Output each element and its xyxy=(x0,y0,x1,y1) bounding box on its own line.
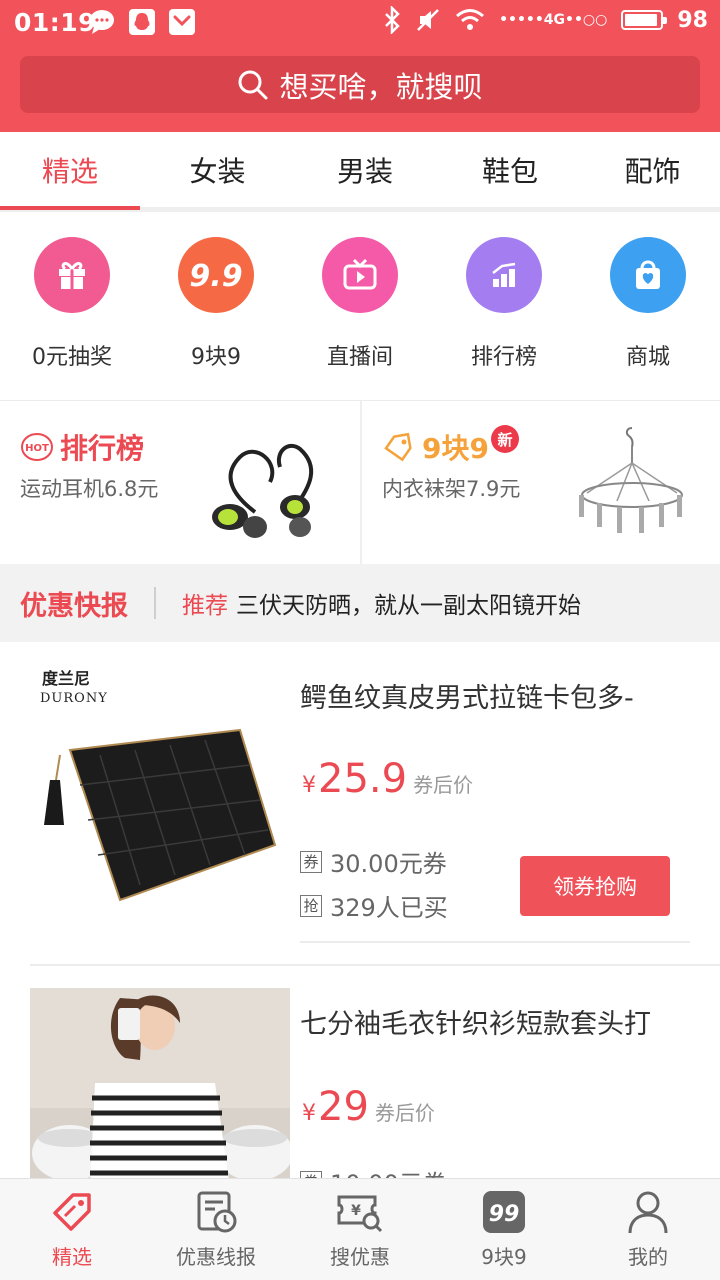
price-note: 券后价 xyxy=(413,773,474,797)
quick-ranking-label: 排行榜 xyxy=(470,345,537,370)
tab-women[interactable]: 女装 xyxy=(140,132,295,207)
hot-icon: HOT xyxy=(21,433,53,461)
status-bar: 01:19 •••••4G••○○ 98 xyxy=(0,0,720,44)
search-icon xyxy=(238,70,268,99)
quick-mall-label: 商城 xyxy=(625,345,670,370)
quick-entry-grid: 0元抽奖 9.9 9块9 直播间 排行榜 商城 xyxy=(0,217,720,400)
mute-icon xyxy=(417,9,439,31)
tab-accessories[interactable]: 配饰 xyxy=(585,132,720,207)
product-price: ¥ 25.9 券后价 xyxy=(302,756,474,802)
price-note: 券后价 xyxy=(374,1101,435,1125)
coupon-info: 券 10.00元券 xyxy=(300,1164,447,1178)
sock-hanger-image xyxy=(579,427,683,533)
quick-live-label: 直播间 xyxy=(326,345,393,370)
coupon-value: 30.00元券 xyxy=(330,850,447,878)
product-title[interactable]: 鳄鱼纹真皮男式拉链卡包多- xyxy=(300,676,672,715)
qq-icon xyxy=(128,8,156,36)
product-card[interactable]: 度兰尼 DURONY 鳄鱼纹真皮男式拉链卡包多- ¥ 25.9 券后价 券 30… xyxy=(0,642,720,964)
bottom-nav: 精选 优惠线报 ¥ 搜优惠 99 9块9 我的 xyxy=(0,1178,720,1280)
quick-mall[interactable]: 商城 xyxy=(576,217,720,400)
product-card[interactable]: 七分袖毛衣针织衫短款套头打 ¥ 29 券后价 券 10.00元券 xyxy=(0,966,720,1178)
product-price: ¥ 29 券后价 xyxy=(302,1084,435,1130)
shopping-bag-heart-icon xyxy=(610,237,686,313)
coupon-search-icon: ¥ xyxy=(335,1187,385,1237)
nine-nine-icon: 9.9 xyxy=(178,237,254,313)
promo-nine-nine-subtitle: 内衣袜架7.9元 xyxy=(382,477,521,501)
svg-text:DURONY: DURONY xyxy=(40,691,108,706)
nav-featured-label: 精选 xyxy=(52,1245,92,1269)
price-value: 25.9 xyxy=(318,756,408,802)
product-image-sweater xyxy=(30,988,293,1178)
coupon-value: 10.00元券 xyxy=(330,1164,447,1178)
news-title: 优惠快报 xyxy=(20,590,128,622)
product-title[interactable]: 七分袖毛衣针织衫短款套头打 xyxy=(300,1002,672,1041)
svg-text:99: 99 xyxy=(489,1202,520,1227)
tv-icon xyxy=(322,237,398,313)
nav-featured[interactable]: 精选 xyxy=(0,1179,144,1280)
news-text: 三伏天防晒，就从一副太阳镜开始 xyxy=(236,593,581,619)
tag-icon xyxy=(47,1187,97,1237)
message-icon xyxy=(88,8,116,36)
tab-featured[interactable]: 精选 xyxy=(0,132,140,210)
quick-live[interactable]: 直播间 xyxy=(288,217,432,400)
nav-profile[interactable]: 我的 xyxy=(576,1179,720,1280)
nav-deals-news[interactable]: 优惠线报 xyxy=(144,1179,288,1280)
pocket-icon xyxy=(168,8,196,36)
nav-nine-nine-label: 9块9 xyxy=(481,1245,527,1269)
quick-lottery[interactable]: 0元抽奖 xyxy=(0,217,144,400)
promo-ranking-subtitle: 运动耳机6.8元 xyxy=(20,477,159,501)
gift-icon xyxy=(34,237,110,313)
bluetooth-icon xyxy=(385,6,400,34)
promo-nine-nine-card[interactable]: 9块9 新 内衣袜架7.9元 xyxy=(360,401,720,565)
search-bar[interactable]: 想买啥，就搜呗 xyxy=(20,56,700,113)
battery-icon xyxy=(621,10,668,30)
rank-chart-icon xyxy=(466,237,542,313)
search-placeholder: 想买啥，就搜呗 xyxy=(279,69,483,104)
header: 01:19 •••••4G••○○ 98 想买啥，就搜呗 xyxy=(0,0,720,132)
quick-nine-nine[interactable]: 9.9 9块9 xyxy=(144,217,288,400)
coupon-tag-badge: 券 xyxy=(300,850,322,873)
nine-nine-square-icon: 99 xyxy=(479,1187,529,1237)
claim-coupon-button[interactable]: 领券抢购 xyxy=(520,856,670,916)
svg-text:HOT: HOT xyxy=(25,443,49,454)
quick-ranking[interactable]: 排行榜 xyxy=(432,217,576,400)
promo-cards: HOT 排行榜 运动耳机6.8元 9块9 新 内衣袜架7.9元 xyxy=(0,400,720,565)
tab-shoes-bags[interactable]: 鞋包 xyxy=(435,132,585,207)
status-time: 01:19 xyxy=(14,8,97,37)
news-tag: 推荐 xyxy=(182,593,228,619)
coupon-tag-icon xyxy=(384,432,412,462)
signal-indicator: •••••4G••○○ xyxy=(499,12,608,28)
svg-text:度兰尼: 度兰尼 xyxy=(42,669,90,688)
product-inner-divider xyxy=(300,941,690,943)
promo-ranking-card[interactable]: HOT 排行榜 运动耳机6.8元 xyxy=(0,401,360,565)
nav-deals-news-label: 优惠线报 xyxy=(176,1245,256,1269)
category-tabs: 精选 女装 男装 鞋包 配饰 xyxy=(0,132,720,212)
nav-profile-label: 我的 xyxy=(628,1245,668,1269)
sold-info: 抢 329人已买 xyxy=(300,888,448,923)
tab-men[interactable]: 男装 xyxy=(295,132,435,207)
quick-lottery-label: 0元抽奖 xyxy=(32,345,112,370)
svg-text:9.9: 9.9 xyxy=(189,259,242,294)
nav-search-deals-label: 搜优惠 xyxy=(330,1245,390,1269)
clock-document-icon xyxy=(191,1187,241,1237)
promo-ranking-title: 排行榜 xyxy=(60,432,145,465)
price-value: 29 xyxy=(318,1084,369,1130)
sold-count: 329人已买 xyxy=(330,894,448,922)
earphones-image xyxy=(212,443,314,538)
nav-nine-nine[interactable]: 99 9块9 xyxy=(432,1179,576,1280)
product-image-wallet: 度兰尼 DURONY xyxy=(30,660,290,920)
sold-tag-badge: 抢 xyxy=(300,894,322,917)
news-separator xyxy=(154,587,156,619)
coupon-tag-badge: 券 xyxy=(300,1170,322,1178)
new-badge: 新 xyxy=(490,425,519,453)
promo-nine-nine-title: 9块9 xyxy=(422,432,489,465)
news-ticker[interactable]: 优惠快报 推荐 三伏天防晒，就从一副太阳镜开始 xyxy=(0,564,720,642)
coupon-info: 券 30.00元券 xyxy=(300,844,447,879)
user-icon xyxy=(623,1187,673,1237)
quick-nine-nine-label: 9块9 xyxy=(191,345,241,370)
nav-search-deals[interactable]: ¥ 搜优惠 xyxy=(288,1179,432,1280)
wifi-icon xyxy=(456,9,485,30)
svg-text:¥: ¥ xyxy=(351,1203,361,1219)
battery-level: 98 xyxy=(677,7,708,33)
